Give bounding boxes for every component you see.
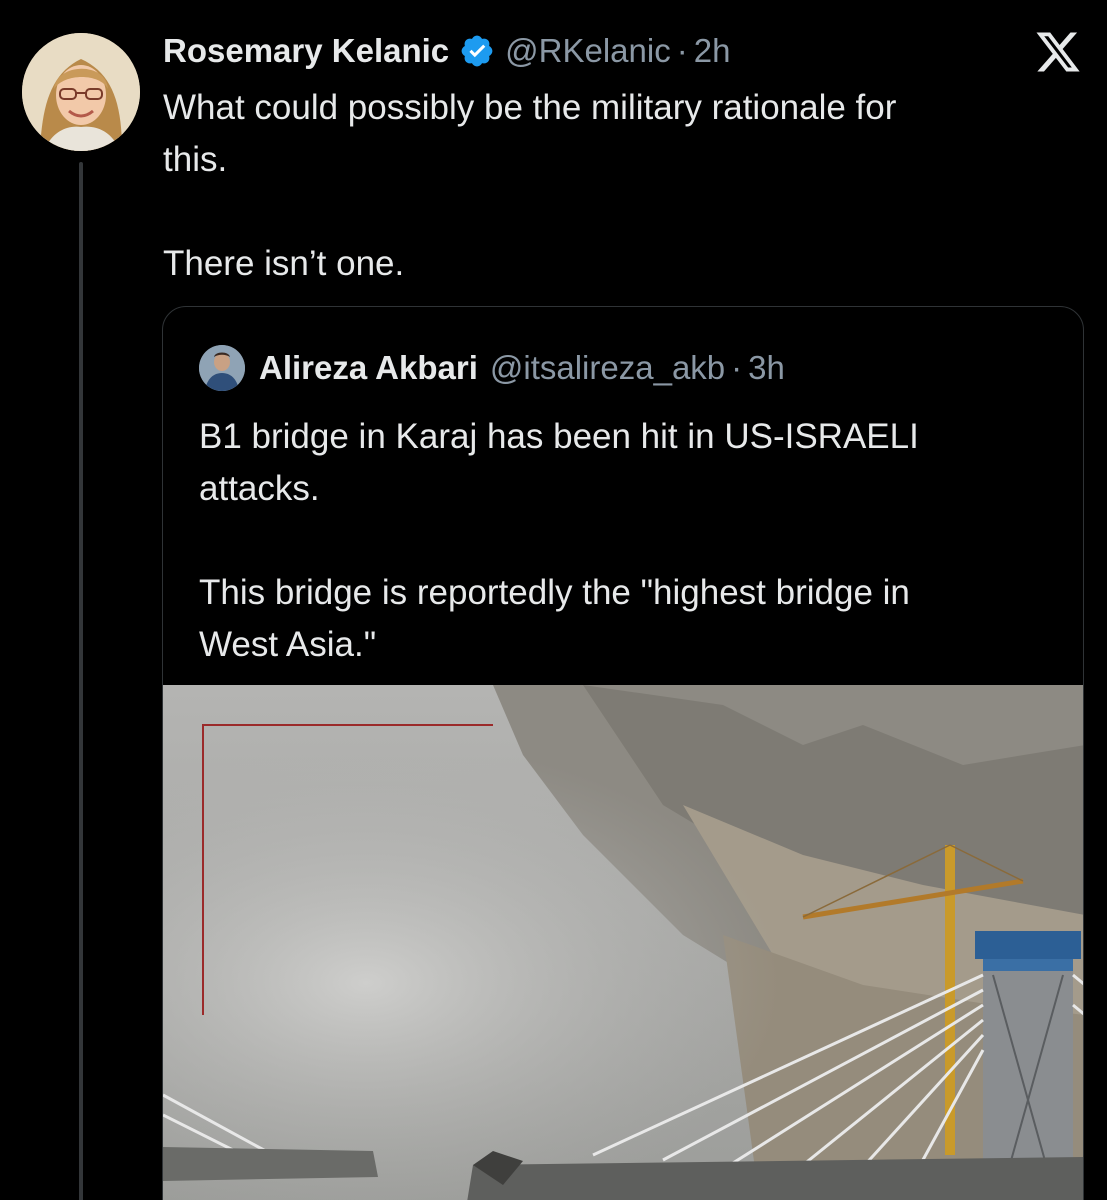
quote-author-name[interactable]: Alireza Akbari: [259, 349, 478, 387]
quote-text: B1 bridge in Karaj has been hit in US-IS…: [199, 411, 1059, 671]
x-logo-icon: [1036, 32, 1080, 72]
tweet-view: Rosemary Kelanic @RKelanic · 2h What cou…: [0, 0, 1107, 1200]
avatar-photo: [22, 33, 140, 151]
quote-author-handle[interactable]: @itsalireza_akb: [490, 349, 725, 387]
quote-text-line: B1 bridge in Karaj has been hit in US-IS…: [199, 417, 919, 456]
quote-header: Alireza Akbari @itsalireza_akb · 3h: [199, 345, 785, 391]
quote-avatar[interactable]: [199, 345, 245, 391]
separator-dot: ·: [731, 349, 743, 386]
tweet-text-line: There isn’t one.: [163, 244, 405, 283]
bridge-photo: [163, 685, 1083, 1200]
quote-text-line: This bridge is reportedly the "highest b…: [199, 573, 910, 612]
tweet-text: What could possibly be the military rati…: [163, 82, 1063, 290]
quoted-tweet[interactable]: Alireza Akbari @itsalireza_akb · 3h B1 b…: [162, 306, 1084, 1200]
thread-line: [79, 162, 83, 1200]
author-handle[interactable]: @RKelanic: [505, 32, 671, 70]
tweet-text-line: What could possibly be the military rati…: [163, 88, 897, 127]
separator-dot: ·: [676, 32, 688, 69]
author-name[interactable]: Rosemary Kelanic: [163, 32, 449, 70]
quote-avatar-photo: [199, 345, 245, 391]
quote-time[interactable]: 3h: [748, 349, 785, 387]
tweet-text-line: this.: [163, 140, 228, 179]
verified-badge-icon: [461, 35, 493, 67]
quote-media-image[interactable]: [163, 685, 1083, 1200]
quote-text-line: attacks.: [199, 469, 320, 508]
quote-text-line: West Asia.": [199, 625, 377, 664]
avatar[interactable]: [22, 33, 140, 151]
tweet-time[interactable]: 2h: [694, 32, 731, 70]
tweet-header: Rosemary Kelanic @RKelanic · 2h: [163, 28, 730, 74]
